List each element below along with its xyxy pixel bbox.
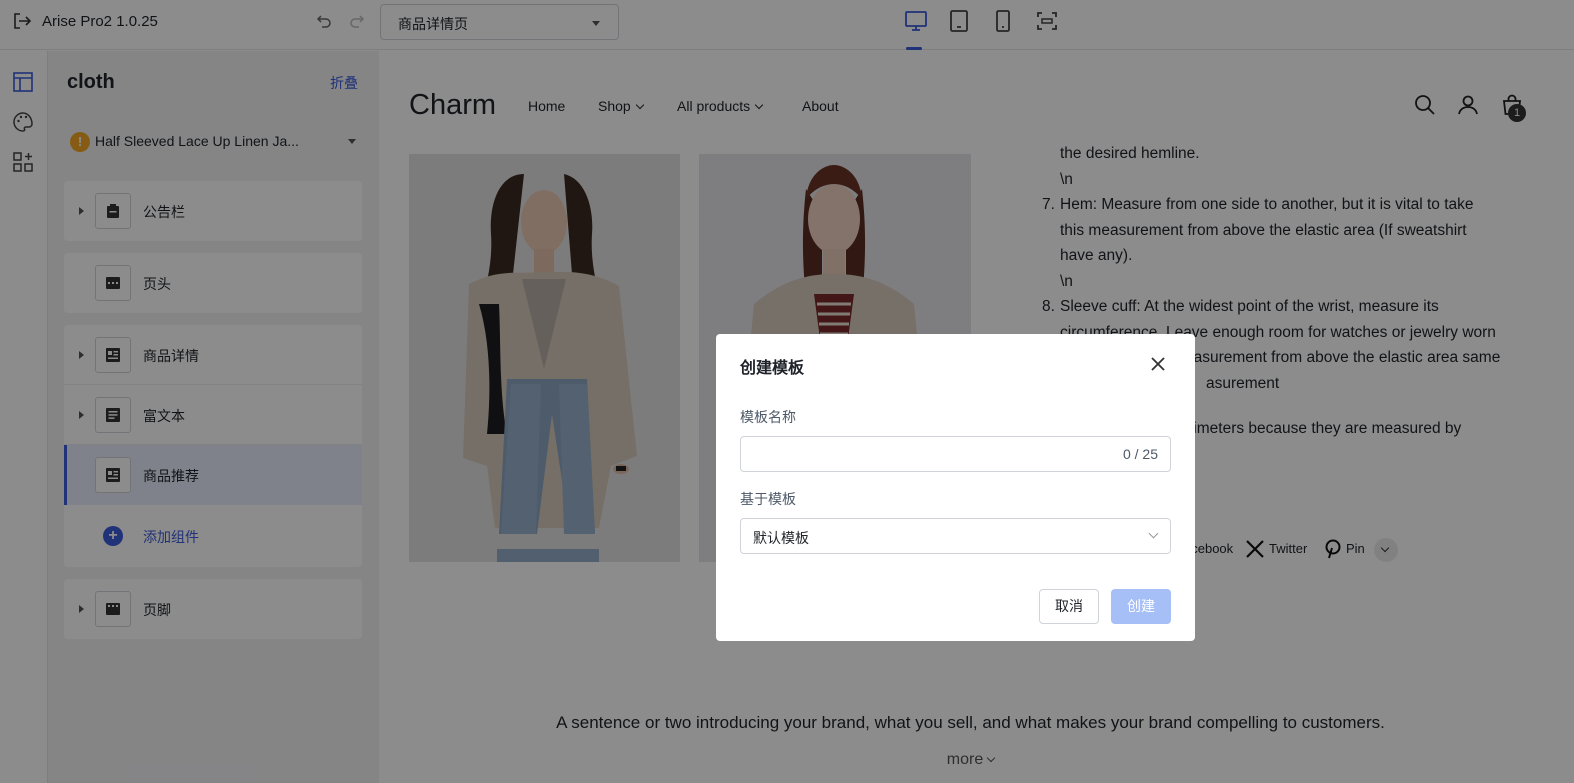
- base-template-select[interactable]: 默认模板: [740, 518, 1171, 554]
- template-name-label: 模板名称: [740, 409, 796, 425]
- create-template-dialog: 创建模板 模板名称 0 / 25 基于模板 默认模板 取消 创建: [716, 334, 1195, 641]
- editor-app: Arise Pro2 1.0.25 商品详情页 cloth 折叠 ! Half …: [0, 0, 1574, 783]
- cancel-button[interactable]: 取消: [1039, 589, 1099, 624]
- base-template-value: 默认模板: [753, 530, 809, 546]
- template-name-input[interactable]: 0 / 25: [740, 436, 1171, 472]
- chevron-down-icon: [1148, 528, 1159, 539]
- dialog-title: 创建模板: [740, 360, 805, 377]
- create-button[interactable]: 创建: [1111, 589, 1171, 624]
- close-icon[interactable]: [1148, 354, 1168, 374]
- base-template-label: 基于模板: [740, 491, 796, 507]
- char-counter: 0 / 25: [1122, 446, 1158, 462]
